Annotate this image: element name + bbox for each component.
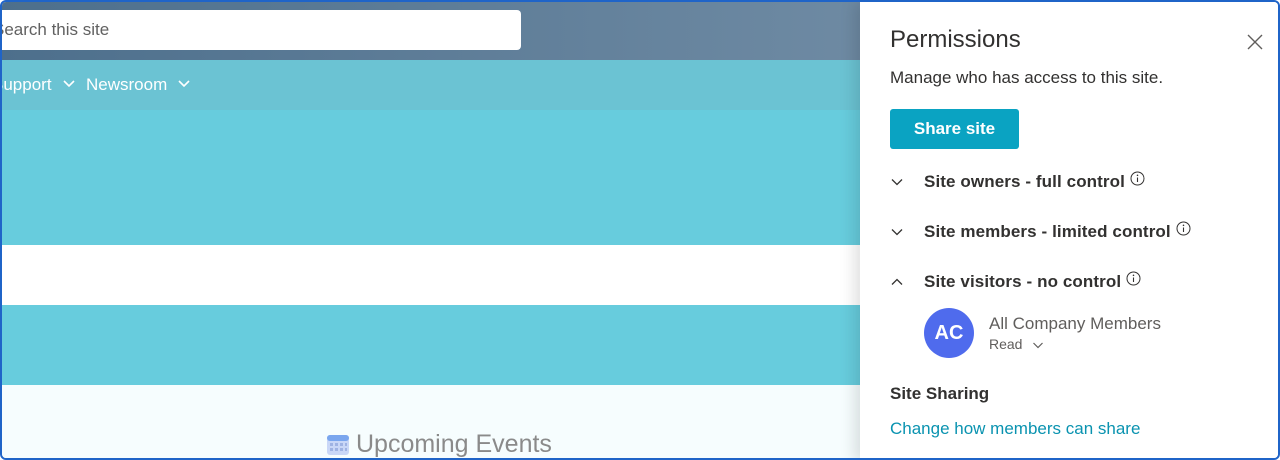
nav-item-newsroom[interactable]: Newsroom — [86, 60, 191, 110]
site-content: Support Newsroom — [2, 2, 860, 458]
group-site-members[interactable]: Site members - limited control — [890, 219, 1191, 245]
chevron-down-icon — [1032, 338, 1044, 350]
content-divider — [2, 245, 860, 305]
avatar: AC — [924, 308, 974, 358]
app-window: Support Newsroom — [0, 0, 1280, 460]
panel-title: Permissions — [890, 26, 1021, 53]
info-icon[interactable] — [1176, 221, 1191, 236]
nav-item-label: Newsroom — [86, 75, 168, 94]
nav-item-label: Support — [2, 75, 52, 94]
change-sharing-link[interactable]: Change how members can share — [890, 419, 1140, 439]
chevron-down-icon — [890, 225, 904, 239]
group-site-owners[interactable]: Site owners - full control — [890, 169, 1145, 195]
nav-item-support[interactable]: Support — [2, 60, 76, 110]
close-icon — [1246, 34, 1264, 55]
chevron-down-icon — [890, 175, 904, 189]
member-info: All Company Members Read — [989, 314, 1161, 352]
search-input[interactable] — [2, 10, 502, 50]
member-name: All Company Members — [989, 314, 1161, 333]
permissions-panel: Permissions Manage who has access to thi… — [860, 2, 1278, 458]
events-title: Upcoming Events — [356, 429, 552, 458]
site-header — [2, 2, 860, 60]
info-icon[interactable] — [1130, 171, 1145, 186]
search-box[interactable] — [2, 10, 521, 50]
group-label: Site members - limited control — [924, 222, 1171, 241]
chevron-down-icon — [177, 75, 191, 95]
content-banner — [2, 305, 860, 385]
chevron-up-icon — [890, 275, 904, 289]
chevron-down-icon — [62, 75, 76, 95]
site-navigation: Support Newsroom — [2, 60, 860, 110]
member-row: AC All Company Members Read — [924, 308, 1161, 358]
share-site-button[interactable]: Share site — [890, 109, 1019, 149]
member-role-label: Read — [989, 336, 1023, 352]
calendar-icon — [326, 432, 350, 456]
events-heading: Upcoming Events — [326, 428, 552, 458]
group-site-visitors[interactable]: Site visitors - no control — [890, 269, 1141, 295]
member-role-dropdown[interactable]: Read — [989, 336, 1161, 352]
site-sharing-heading: Site Sharing — [890, 384, 990, 403]
hero-banner — [2, 110, 860, 245]
panel-subtitle: Manage who has access to this site. — [890, 68, 1164, 87]
close-button[interactable] — [1246, 33, 1264, 51]
group-label: Site visitors - no control — [924, 272, 1122, 291]
group-label: Site owners - full control — [924, 172, 1125, 191]
info-icon[interactable] — [1126, 271, 1141, 286]
